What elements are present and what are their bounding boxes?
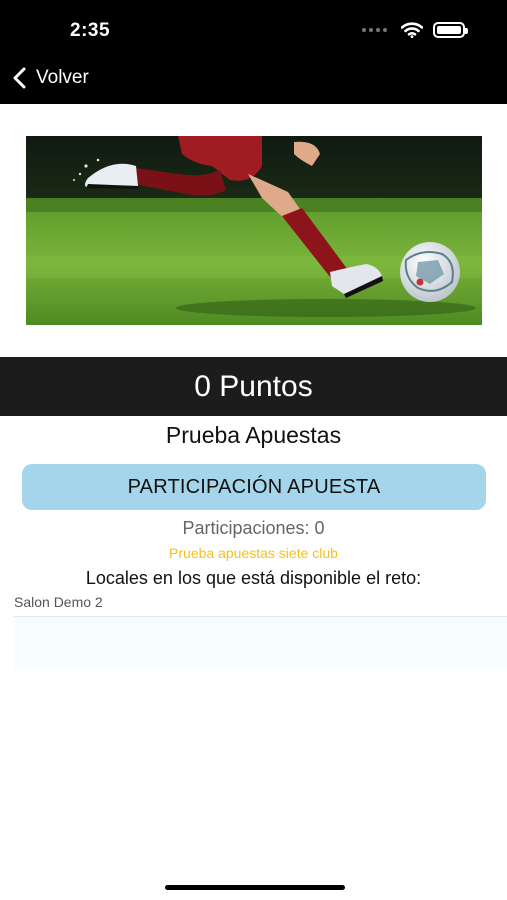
top-bar: 2:35 Volver (0, 0, 507, 104)
points-banner: 0 Puntos (0, 357, 507, 416)
cellular-signal-icon (362, 28, 387, 32)
status-icons (362, 22, 468, 38)
challenge-title: Prueba Apuestas (165, 422, 342, 448)
chevron-left-icon (13, 67, 26, 89)
participate-bet-button[interactable]: PARTICIPACIÓN APUESTA (22, 464, 486, 510)
venue-list-item[interactable]: Salon Demo 2 (14, 594, 507, 610)
home-indicator[interactable] (165, 885, 345, 890)
status-time: 2:35 (70, 20, 111, 41)
soccer-player-kicking-ball-image (26, 136, 482, 325)
battery-icon (433, 22, 468, 38)
hero-image (26, 136, 482, 325)
back-label: Volver (36, 67, 89, 88)
venues-heading: Locales en los que está disponible el re… (85, 568, 422, 588)
participations-count: Participaciones: 0 (182, 518, 325, 538)
club-label: Prueba apuestas siete club (169, 545, 338, 561)
venue-list (14, 617, 507, 669)
back-button[interactable]: Volver (12, 66, 89, 90)
wifi-icon (401, 22, 423, 38)
